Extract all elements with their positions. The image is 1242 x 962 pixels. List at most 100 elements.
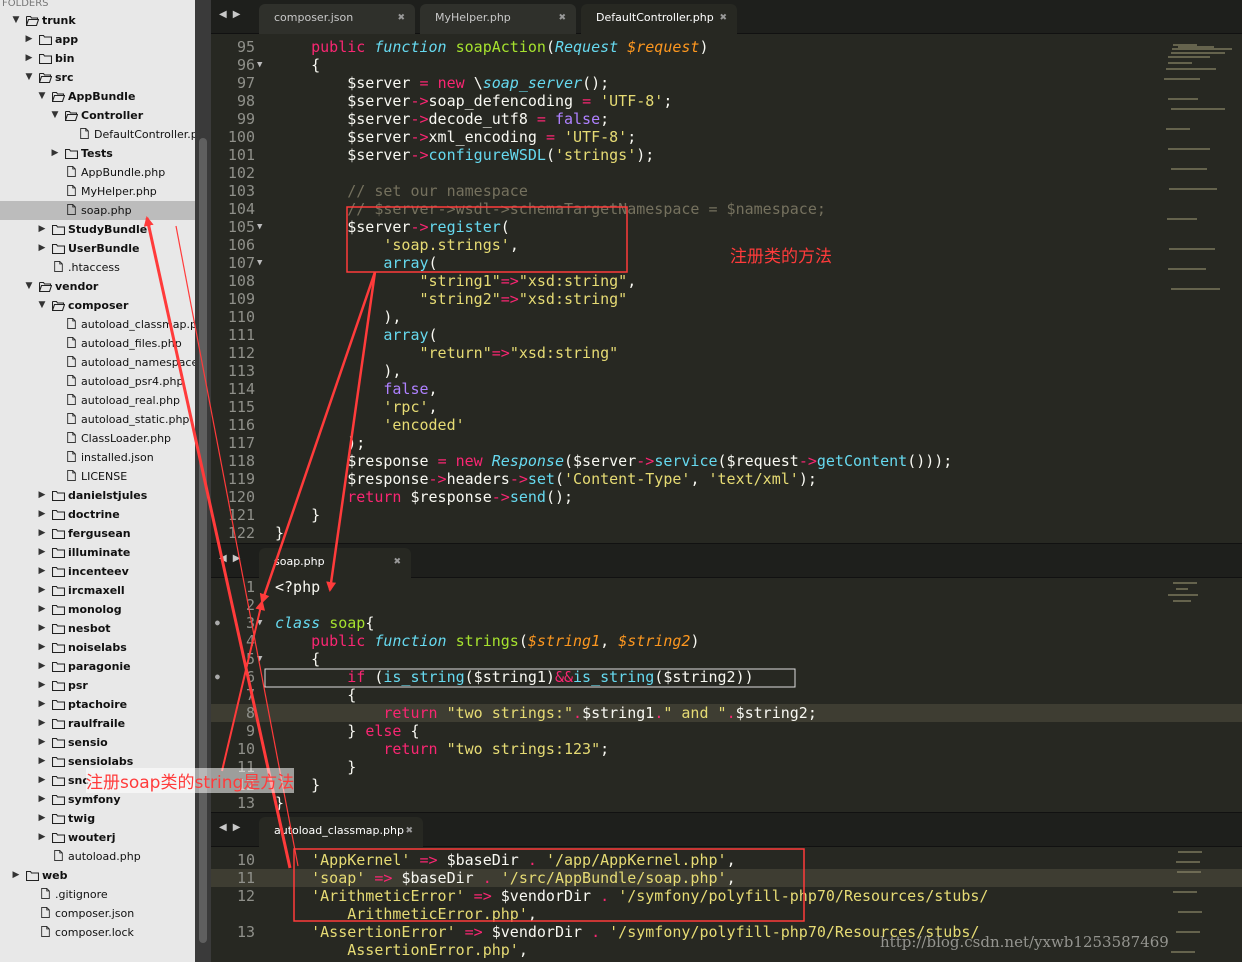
disclosure-expanded-icon[interactable]: ▼ <box>50 106 60 125</box>
disclosure-collapsed-icon[interactable]: ▶ <box>37 562 47 581</box>
sidebar-item-sensio[interactable]: ▶ sensio <box>0 733 195 752</box>
disclosure-collapsed-icon[interactable]: ▶ <box>37 505 47 524</box>
sidebar-item-fergusean[interactable]: ▶ fergusean <box>0 524 195 543</box>
tab-navigation-arrows-icon[interactable]: ◀▶ <box>219 9 246 20</box>
sidebar-item-noiselabs[interactable]: ▶ noiselabs <box>0 638 195 657</box>
disclosure-collapsed-icon[interactable]: ▶ <box>11 866 21 885</box>
sidebar-item-autoload-php[interactable]: autoload.php <box>0 847 195 866</box>
sidebar-item-app[interactable]: ▶ app <box>0 30 195 49</box>
sidebar-item-composer-lock[interactable]: composer.lock <box>0 923 195 942</box>
sidebar-item-classloader-php[interactable]: ClassLoader.php <box>0 429 195 448</box>
sidebar-item-danielstjules[interactable]: ▶ danielstjules <box>0 486 195 505</box>
sidebar-item-autoload-static-php[interactable]: autoload_static.php <box>0 410 195 429</box>
sidebar-item-ptachoire[interactable]: ▶ ptachoire <box>0 695 195 714</box>
sidebar-item-src[interactable]: ▼ src <box>0 68 195 87</box>
disclosure-collapsed-icon[interactable]: ▶ <box>37 638 47 657</box>
tab-navigation-arrows-icon[interactable]: ◀▶ <box>219 553 246 564</box>
disclosure-collapsed-icon[interactable]: ▶ <box>24 30 34 49</box>
sidebar-item-trunk[interactable]: ▼ trunk <box>0 11 195 30</box>
fold-arrow-icon[interactable]: ▼ <box>257 254 262 272</box>
disclosure-collapsed-icon[interactable]: ▶ <box>37 714 47 733</box>
disclosure-collapsed-icon[interactable]: ▶ <box>37 695 47 714</box>
disclosure-collapsed-icon[interactable]: ▶ <box>37 771 47 790</box>
sidebar-item-appbundle-php[interactable]: AppBundle.php <box>0 163 195 182</box>
sidebar-scrollbar-thumb[interactable] <box>199 138 207 943</box>
close-tab-icon[interactable]: ✖ <box>397 4 405 32</box>
sidebar-item-raulfraile[interactable]: ▶ raulfraile <box>0 714 195 733</box>
sidebar-item-paragonie[interactable]: ▶ paragonie <box>0 657 195 676</box>
fold-arrow-icon[interactable]: ▼ <box>257 650 262 668</box>
close-tab-icon[interactable]: ✖ <box>719 4 727 32</box>
sidebar-item-userbundle[interactable]: ▶ UserBundle <box>0 239 195 258</box>
disclosure-collapsed-icon[interactable]: ▶ <box>37 600 47 619</box>
disclosure-collapsed-icon[interactable]: ▶ <box>37 790 47 809</box>
disclosure-expanded-icon[interactable]: ▼ <box>24 277 34 296</box>
sidebar-item-autoload-real-php[interactable]: autoload_real.php <box>0 391 195 410</box>
sidebar-item-autoload-psr4-php[interactable]: autoload_psr4.php <box>0 372 195 391</box>
disclosure-expanded-icon[interactable]: ▼ <box>37 296 47 315</box>
sidebar-item-web[interactable]: ▶ web <box>0 866 195 885</box>
disclosure-collapsed-icon[interactable]: ▶ <box>37 809 47 828</box>
sidebar-item-tests[interactable]: ▶ Tests <box>0 144 195 163</box>
sidebar-item-defaultcontroller-php[interactable]: DefaultController.php <box>0 125 195 144</box>
disclosure-collapsed-icon[interactable]: ▶ <box>37 657 47 676</box>
sidebar-item-htaccess[interactable]: .htaccess <box>0 258 195 277</box>
sidebar-item-autoload-classmap-php[interactable]: autoload_classmap.php <box>0 315 195 334</box>
sidebar-item-composer-json[interactable]: composer.json <box>0 904 195 923</box>
sidebar-item-composer[interactable]: ▼ composer <box>0 296 195 315</box>
disclosure-collapsed-icon[interactable]: ▶ <box>37 239 47 258</box>
sidebar-item-monolog[interactable]: ▶ monolog <box>0 600 195 619</box>
tab-autoload-classmap-php[interactable]: autoload_classmap.php ✖ <box>259 817 423 847</box>
sidebar-item-vendor[interactable]: ▼ vendor <box>0 277 195 296</box>
sidebar-item-incenteev[interactable]: ▶ incenteev <box>0 562 195 581</box>
close-tab-icon[interactable]: ✖ <box>558 4 566 32</box>
disclosure-collapsed-icon[interactable]: ▶ <box>37 543 47 562</box>
sidebar-item-doctrine[interactable]: ▶ doctrine <box>0 505 195 524</box>
fold-arrow-icon[interactable]: ▼ <box>257 56 262 74</box>
disclosure-collapsed-icon[interactable]: ▶ <box>37 524 47 543</box>
sidebar-item-license[interactable]: LICENSE <box>0 467 195 486</box>
sidebar-item-ircmaxell[interactable]: ▶ ircmaxell <box>0 581 195 600</box>
disclosure-expanded-icon[interactable]: ▼ <box>11 11 21 30</box>
disclosure-collapsed-icon[interactable]: ▶ <box>24 49 34 68</box>
sidebar-item-appbundle[interactable]: ▼ AppBundle <box>0 87 195 106</box>
sidebar-item-wouterj[interactable]: ▶ wouterj <box>0 828 195 847</box>
disclosure-collapsed-icon[interactable]: ▶ <box>37 733 47 752</box>
tab-navigation-arrows-icon[interactable]: ◀▶ <box>219 822 246 833</box>
disclosure-collapsed-icon[interactable]: ▶ <box>37 828 47 847</box>
code-area[interactable]: 95 public function soapAction(Request $r… <box>211 34 1242 542</box>
fold-arrow-icon[interactable]: ▼ <box>257 614 262 632</box>
minimap[interactable] <box>1154 34 1242 542</box>
sidebar-item-installed-json[interactable]: installed.json <box>0 448 195 467</box>
sidebar-item-autoload-files-php[interactable]: autoload_files.php <box>0 334 195 353</box>
sidebar-item-twig[interactable]: ▶ twig <box>0 809 195 828</box>
sidebar-item-studybundle[interactable]: ▶ StudyBundle <box>0 220 195 239</box>
disclosure-collapsed-icon[interactable]: ▶ <box>37 619 47 638</box>
disclosure-collapsed-icon[interactable]: ▶ <box>37 220 47 239</box>
close-tab-icon[interactable]: ✖ <box>405 817 413 845</box>
sidebar-item-bin[interactable]: ▶ bin <box>0 49 195 68</box>
code-area[interactable]: 1 <?php 2 3 ▼ ● class soap{4 public function s… <box>211 578 1242 811</box>
disclosure-collapsed-icon[interactable]: ▶ <box>50 144 60 163</box>
disclosure-expanded-icon[interactable]: ▼ <box>37 87 47 106</box>
sidebar-item-gitignore[interactable]: .gitignore <box>0 885 195 904</box>
sidebar-item-soap-php[interactable]: soap.php <box>0 201 195 220</box>
close-tab-icon[interactable]: ✖ <box>393 548 401 576</box>
tab-soap-php[interactable]: soap.php ✖ <box>259 548 411 578</box>
sidebar-item-controller[interactable]: ▼ Controller <box>0 106 195 125</box>
minimap[interactable] <box>1154 578 1242 811</box>
tab-composer-json[interactable]: composer.json ✖ <box>259 4 415 34</box>
sidebar-item-psr[interactable]: ▶ psr <box>0 676 195 695</box>
tab-defaultcontroller-php[interactable]: DefaultController.php ✖ <box>581 4 737 34</box>
disclosure-collapsed-icon[interactable]: ▶ <box>37 752 47 771</box>
fold-arrow-icon[interactable]: ▼ <box>257 218 262 236</box>
tab-myhelper-php[interactable]: MyHelper.php ✖ <box>420 4 576 34</box>
sidebar-item-autoload-namespaces-php[interactable]: autoload_namespaces.php <box>0 353 195 372</box>
disclosure-collapsed-icon[interactable]: ▶ <box>37 676 47 695</box>
disclosure-collapsed-icon[interactable]: ▶ <box>37 581 47 600</box>
sidebar-item-myhelper-php[interactable]: MyHelper.php <box>0 182 195 201</box>
disclosure-expanded-icon[interactable]: ▼ <box>24 68 34 87</box>
sidebar-item-nesbot[interactable]: ▶ nesbot <box>0 619 195 638</box>
sidebar-item-illuminate[interactable]: ▶ illuminate <box>0 543 195 562</box>
disclosure-collapsed-icon[interactable]: ▶ <box>37 486 47 505</box>
